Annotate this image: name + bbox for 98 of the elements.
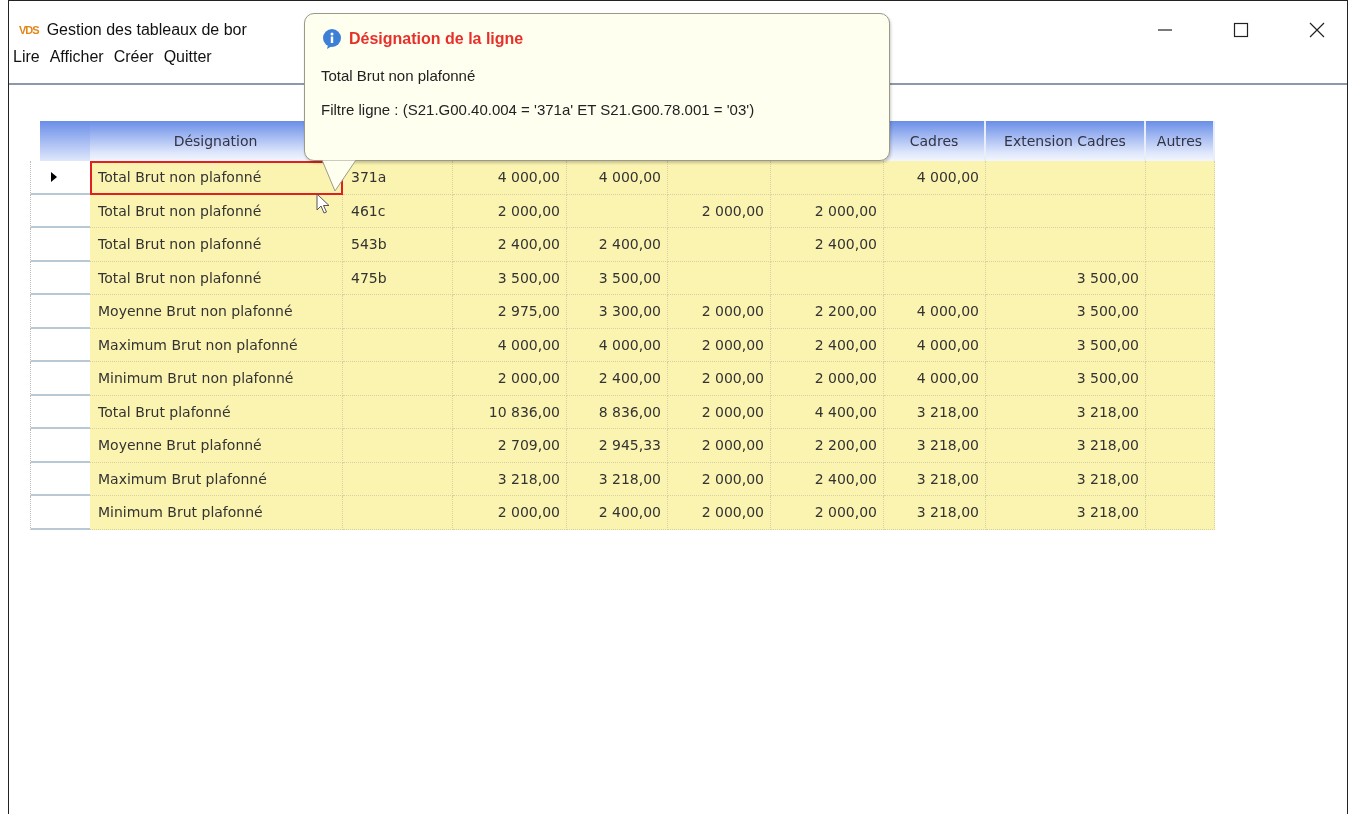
mouse-cursor-icon — [316, 193, 330, 215]
table-cell: Total Brut non plafonné — [90, 194, 343, 228]
table-cell: 3 218,00 — [884, 462, 986, 496]
table-cell: Total Brut non plafonné — [90, 261, 343, 295]
table-cell — [1146, 228, 1215, 262]
column-header[interactable]: Cadres — [884, 121, 986, 161]
table-cell: 3 218,00 — [986, 462, 1146, 496]
table-cell: 2 000,00 — [668, 194, 771, 228]
table-cell: 461c — [343, 194, 453, 228]
table-cell: 3 218,00 — [884, 429, 986, 463]
table-cell: Moyenne Brut plafonné — [90, 429, 343, 463]
table-cell: 3 218,00 — [884, 395, 986, 429]
table-cell — [1146, 395, 1215, 429]
corner-header — [40, 121, 90, 161]
table-cell — [1146, 261, 1215, 295]
table-cell: Moyenne Brut non plafonné — [90, 295, 343, 329]
table-cell — [1146, 462, 1215, 496]
table-cell: 3 500,00 — [986, 362, 1146, 396]
table-cell: 2 200,00 — [771, 295, 884, 329]
table-cell: 2 400,00 — [567, 362, 668, 396]
table-cell — [1146, 194, 1215, 228]
table-cell: 543b — [343, 228, 453, 262]
table-cell: 2 000,00 — [771, 194, 884, 228]
table-cell: 3 500,00 — [986, 328, 1146, 362]
table-cell: 2 000,00 — [453, 362, 567, 396]
table-cell: 2 400,00 — [771, 328, 884, 362]
table-cell: 3 218,00 — [986, 395, 1146, 429]
table-cell: 2 400,00 — [771, 462, 884, 496]
table-cell: 2 000,00 — [453, 194, 567, 228]
menu-item[interactable]: Quitter — [163, 48, 212, 66]
window-title: Gestion des tableaux de bor — [46, 21, 247, 39]
table-cell — [1146, 161, 1215, 195]
table-cell: 4 000,00 — [567, 161, 668, 195]
table-cell: 2 000,00 — [668, 429, 771, 463]
table-cell: 4 000,00 — [884, 328, 986, 362]
tooltip-text: Filtre ligne : (S21.G00.40.004 = '371a' ET S21.G00.78.001 = '03') — [321, 101, 756, 118]
column-header[interactable]: Extension Cadres — [986, 121, 1146, 161]
table-cell: 8 836,00 — [567, 395, 668, 429]
table-cell: 4 000,00 — [567, 328, 668, 362]
column-header[interactable]: Autres — [1146, 121, 1215, 161]
table-cell: 4 000,00 — [884, 295, 986, 329]
table-cell: 2 000,00 — [771, 362, 884, 396]
table-cell: 2 000,00 — [453, 496, 567, 530]
menu-item[interactable]: Lire — [13, 48, 40, 66]
table-cell: 4 000,00 — [453, 328, 567, 362]
table-cell — [1146, 429, 1215, 463]
table-cell: 3 500,00 — [567, 261, 668, 295]
tooltip-title: Désignation de la ligne — [349, 30, 524, 48]
table-cell: 2 000,00 — [668, 496, 771, 530]
table-cell: 2 945,33 — [567, 429, 668, 463]
maximize-icon[interactable] — [1233, 22, 1249, 38]
table-cell: Maximum Brut plafonné — [90, 462, 343, 496]
table-cell: 3 218,00 — [986, 429, 1146, 463]
table-cell: 2 400,00 — [453, 228, 567, 262]
table-cell: Minimum Brut plafonné — [90, 496, 343, 530]
table-cell: 4 000,00 — [884, 362, 986, 396]
table-cell — [1146, 328, 1215, 362]
table-cell — [1146, 496, 1215, 530]
close-icon[interactable] — [1309, 22, 1325, 38]
table-cell: Maximum Brut non plafonné — [90, 328, 343, 362]
table-cell: 2 200,00 — [771, 429, 884, 463]
table-cell: 475b — [343, 261, 453, 295]
table-cell: 4 000,00 — [453, 161, 567, 195]
info-icon — [321, 28, 343, 50]
table-cell: 3 500,00 — [986, 295, 1146, 329]
table-cell: 2 000,00 — [668, 462, 771, 496]
table-cell — [1146, 362, 1215, 396]
table-cell: 3 218,00 — [986, 496, 1146, 530]
table-cell: Total Brut non plafonné — [90, 228, 343, 262]
menu-item[interactable]: Afficher — [49, 48, 104, 66]
table-cell: 2 000,00 — [668, 295, 771, 329]
table-cell: 3 500,00 — [986, 261, 1146, 295]
table-cell: 2 975,00 — [453, 295, 567, 329]
table-cell: 2 000,00 — [668, 362, 771, 396]
menu-item[interactable]: Créer — [113, 48, 154, 66]
table-cell: 3 300,00 — [567, 295, 668, 329]
table-cell: 3 218,00 — [453, 462, 567, 496]
table-cell: 10 836,00 — [453, 395, 567, 429]
table-cell: Total Brut plafonné — [90, 395, 343, 429]
table-cell: 2 709,00 — [453, 429, 567, 463]
table-cell: 2 000,00 — [771, 496, 884, 530]
table-cell: 2 400,00 — [567, 496, 668, 530]
table-cell: 2 000,00 — [668, 395, 771, 429]
app-logo: VDS — [19, 24, 39, 36]
table-cell: 3 218,00 — [884, 496, 986, 530]
table-cell: Minimum Brut non plafonné — [90, 362, 343, 396]
table-cell: 3 218,00 — [567, 462, 668, 496]
current-row-icon — [51, 171, 57, 182]
table-cell: 371a — [343, 161, 453, 195]
table-cell: 2 000,00 — [668, 328, 771, 362]
table-cell — [1146, 295, 1215, 329]
table-cell: 3 500,00 — [453, 261, 567, 295]
table-cell: Total Brut non plafonné — [90, 161, 343, 195]
table-cell: 4 400,00 — [771, 395, 884, 429]
tooltip-text: Total Brut non plafonné — [321, 67, 477, 84]
table-cell: 4 000,00 — [884, 161, 986, 195]
table-cell: 2 400,00 — [567, 228, 668, 262]
table-cell: 2 400,00 — [771, 228, 884, 262]
